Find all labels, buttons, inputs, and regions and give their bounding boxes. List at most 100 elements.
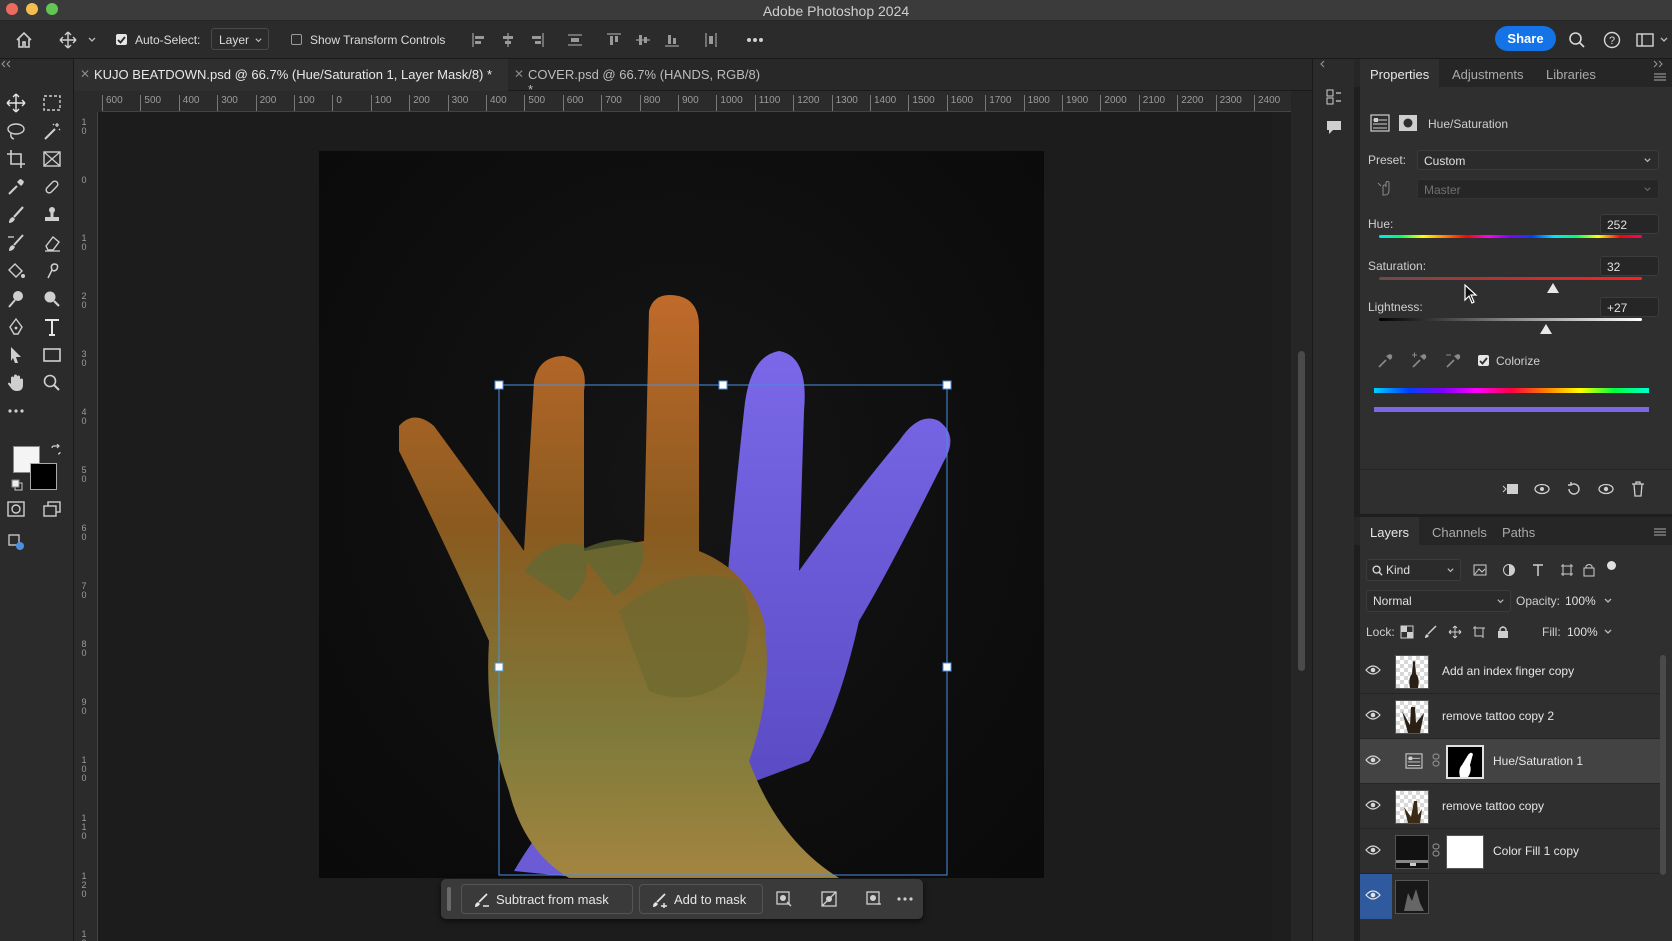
layer-row[interactable] bbox=[1360, 874, 1660, 919]
close-tab-icon[interactable]: ✕ bbox=[80, 67, 90, 81]
healing-brush-icon[interactable] bbox=[38, 173, 66, 201]
path-selection-icon[interactable] bbox=[2, 341, 30, 369]
eye-icon[interactable] bbox=[1365, 889, 1381, 901]
type-tool-icon[interactable] bbox=[38, 313, 66, 341]
align-left-icon[interactable] bbox=[469, 30, 489, 50]
edit-toolbar-icon[interactable] bbox=[2, 528, 30, 556]
lightness-slider[interactable] bbox=[1379, 318, 1642, 321]
align-top-icon[interactable] bbox=[604, 30, 624, 50]
history-brush-icon[interactable] bbox=[2, 229, 30, 257]
add-eyedropper-icon[interactable] bbox=[1410, 352, 1428, 370]
eye-icon[interactable] bbox=[1365, 799, 1381, 811]
view-previous-icon[interactable] bbox=[1532, 479, 1552, 499]
vertical-ruler[interactable]: 1 0 0 1 0 2 0 3 0 4 0 5 0 6 0 7 0 8 0 9 0 1 0 0 1 1 … bbox=[74, 112, 98, 941]
auto-select-checkbox[interactable] bbox=[116, 34, 127, 45]
panel-menu-icon[interactable] bbox=[1654, 73, 1666, 81]
filter-pixel-icon[interactable] bbox=[1470, 560, 1490, 580]
pen-tool-icon[interactable] bbox=[2, 313, 30, 341]
more-options-icon[interactable] bbox=[745, 30, 765, 50]
layer-row[interactable]: remove tattoo copy 2 bbox=[1360, 694, 1660, 739]
align-right-icon[interactable] bbox=[527, 30, 547, 50]
smudge-tool-icon[interactable] bbox=[38, 257, 66, 285]
magic-wand-icon[interactable] bbox=[38, 117, 66, 145]
background-color-swatch[interactable] bbox=[30, 463, 57, 490]
tab-libraries[interactable]: Libraries bbox=[1536, 59, 1606, 87]
dodge-tool-icon[interactable] bbox=[2, 285, 30, 313]
mask-options-icon[interactable] bbox=[774, 889, 794, 909]
disable-mask-icon[interactable] bbox=[819, 889, 839, 909]
eye-icon[interactable] bbox=[1365, 754, 1381, 766]
chevron-down-icon[interactable] bbox=[1654, 30, 1672, 50]
targeted-adjustment-icon[interactable] bbox=[1376, 179, 1394, 197]
tab-channels[interactable]: Channels bbox=[1422, 517, 1497, 545]
filter-toggle-icon[interactable] bbox=[1607, 561, 1616, 570]
chevron-down-icon[interactable] bbox=[1603, 627, 1613, 637]
add-to-mask-button[interactable]: Add to mask bbox=[639, 884, 763, 914]
close-tab-icon[interactable]: ✕ bbox=[514, 67, 524, 81]
trash-icon[interactable] bbox=[1628, 479, 1648, 499]
show-transform-checkbox[interactable] bbox=[291, 34, 302, 45]
help-icon[interactable]: ? bbox=[1602, 30, 1622, 50]
canvas-area[interactable] bbox=[98, 112, 1272, 941]
lock-all-icon[interactable] bbox=[1493, 622, 1513, 642]
link-icon[interactable] bbox=[1432, 843, 1440, 857]
preset-dropdown[interactable]: Custom bbox=[1417, 150, 1659, 170]
swap-colors-icon[interactable] bbox=[50, 444, 62, 456]
eye-icon[interactable] bbox=[1365, 664, 1381, 676]
clip-to-layer-icon[interactable] bbox=[1500, 479, 1520, 499]
layer-mask-thumbnail[interactable] bbox=[1446, 835, 1484, 869]
auto-select-dropdown[interactable]: Layer bbox=[211, 28, 269, 50]
doc-tab-kujo[interactable]: ✕ KUJO BEATDOWN.psd @ 66.7% (Hue/Saturat… bbox=[74, 59, 508, 91]
eyedropper-icon[interactable] bbox=[1376, 352, 1394, 370]
visibility-icon[interactable] bbox=[1596, 479, 1616, 499]
colorize-checkbox[interactable] bbox=[1478, 355, 1489, 366]
crop-tool-icon[interactable] bbox=[2, 145, 30, 173]
tab-paths[interactable]: Paths bbox=[1492, 517, 1545, 545]
home-icon[interactable] bbox=[14, 30, 34, 50]
more-tools-icon[interactable] bbox=[2, 397, 30, 425]
chevron-down-icon[interactable] bbox=[1603, 596, 1613, 606]
eye-icon[interactable] bbox=[1365, 844, 1381, 856]
channel-dropdown[interactable]: Master bbox=[1417, 179, 1659, 199]
saturation-slider[interactable] bbox=[1379, 277, 1642, 280]
filter-smart-object-icon[interactable] bbox=[1579, 560, 1599, 580]
layer-row[interactable]: remove tattoo copy bbox=[1360, 784, 1660, 829]
lightness-input[interactable]: +27 bbox=[1600, 297, 1659, 317]
collapse-panel-icon[interactable] bbox=[0, 59, 12, 69]
zoom-tool-icon[interactable] bbox=[38, 369, 66, 397]
workspace-icon[interactable] bbox=[1635, 30, 1655, 50]
scrollbar-thumb[interactable] bbox=[1298, 351, 1305, 671]
saturation-slider-thumb[interactable] bbox=[1546, 283, 1559, 293]
frame-tool-icon[interactable] bbox=[38, 145, 66, 173]
collapse-panel-icon[interactable] bbox=[1652, 59, 1664, 69]
distribute-vertical-icon[interactable] bbox=[701, 30, 721, 50]
chevron-down-icon[interactable] bbox=[82, 30, 102, 50]
quick-mask-icon[interactable] bbox=[2, 495, 30, 523]
screen-mode-icon[interactable] bbox=[38, 495, 66, 523]
fill-value[interactable]: 100% bbox=[1567, 625, 1598, 639]
lock-position-icon[interactable] bbox=[1445, 622, 1465, 642]
collapse-panel-icon[interactable] bbox=[1317, 59, 1329, 69]
link-icon[interactable] bbox=[1432, 753, 1440, 767]
document-image[interactable] bbox=[319, 151, 1044, 878]
brush-tool-icon[interactable] bbox=[2, 201, 30, 229]
drag-handle[interactable] bbox=[447, 887, 451, 911]
mask-icon[interactable] bbox=[1398, 114, 1418, 132]
layer-row[interactable]: Add an index finger copy bbox=[1360, 649, 1660, 694]
layer-mask-thumbnail[interactable] bbox=[1446, 745, 1484, 779]
layer-row[interactable]: Hue/Saturation 1 bbox=[1360, 739, 1660, 784]
canvas-scrollbar[interactable] bbox=[1291, 91, 1312, 941]
panel-menu-icon[interactable] bbox=[1654, 528, 1666, 536]
more-options-icon[interactable] bbox=[895, 889, 915, 909]
align-middle-icon[interactable] bbox=[633, 30, 653, 50]
distribute-icon[interactable] bbox=[565, 30, 585, 50]
subtract-eyedropper-icon[interactable] bbox=[1444, 352, 1462, 370]
reset-icon[interactable] bbox=[1564, 479, 1584, 499]
doc-tab-cover[interactable]: ✕ COVER.psd @ 66.7% (HANDS, RGB/8) * bbox=[508, 59, 778, 97]
filter-type-icon[interactable] bbox=[1528, 560, 1548, 580]
eyedropper-tool-icon[interactable] bbox=[2, 173, 30, 201]
ruler-origin[interactable] bbox=[74, 91, 102, 112]
lock-artboard-icon[interactable] bbox=[1469, 622, 1489, 642]
lasso-tool-icon[interactable] bbox=[2, 117, 30, 145]
zoom-lens-icon[interactable] bbox=[38, 285, 66, 313]
